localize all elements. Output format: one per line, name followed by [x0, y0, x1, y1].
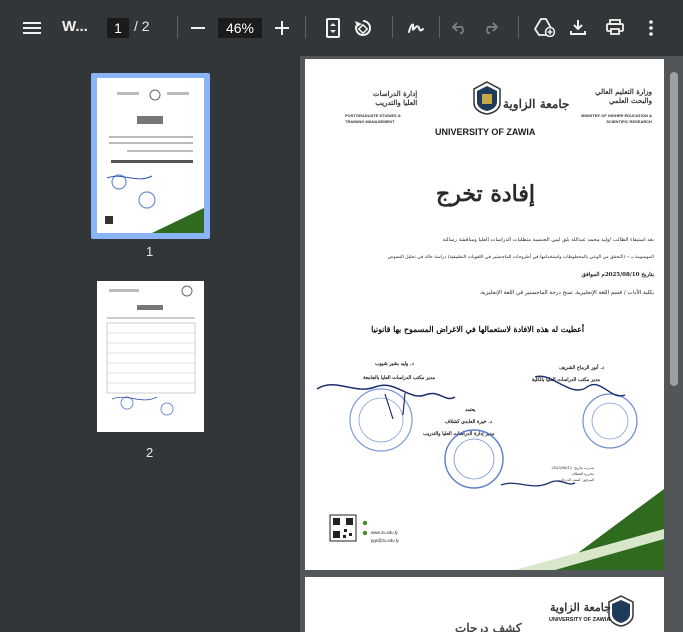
zoom-level-input[interactable]: 46%: [218, 18, 262, 38]
watermark-brand-en: mostaql.com: [308, 605, 395, 619]
contact-email: pgs@zu.edu.ly: [371, 538, 399, 543]
undo-icon[interactable]: [450, 18, 470, 38]
web-icon: [362, 520, 368, 526]
download-icon[interactable]: [568, 17, 588, 37]
viewer-scrollbar[interactable]: [668, 60, 680, 632]
document-page-1: وزارة التعليم العالي والبحث العلمي MINIS…: [305, 59, 664, 570]
university-logo-icon: [608, 595, 634, 627]
page-total: / 2: [134, 18, 150, 34]
page-thumbnail-2-preview: [106, 285, 196, 416]
page2-title: كشف درجات: [455, 621, 522, 632]
stamp-right-icon: [582, 393, 638, 449]
contact-website: www.zu.edu.ly: [371, 530, 398, 535]
zoom-out-icon[interactable]: [188, 18, 208, 38]
menu-icon[interactable]: [22, 18, 42, 38]
zoom-in-icon[interactable]: [272, 18, 292, 38]
scrollbar-thumb[interactable]: [670, 72, 678, 386]
toolbar-divider: [305, 16, 306, 38]
draw-icon[interactable]: [405, 18, 427, 38]
toolbar-divider: [518, 16, 519, 38]
fit-page-icon[interactable]: [323, 17, 343, 39]
toolbar-divider: [177, 16, 178, 38]
print-icon[interactable]: [604, 17, 626, 37]
redo-icon[interactable]: [480, 18, 500, 38]
document-title: W...: [62, 18, 88, 35]
email-icon: [362, 530, 368, 536]
pdf-toolbar: W... 1 / 2 46%: [0, 0, 683, 56]
stamps-and-signatures: [316, 375, 664, 570]
page-number-input[interactable]: 1: [107, 18, 129, 38]
page-thumbnail-1-preview: [105, 89, 204, 233]
issue-note: صدرت بتاريخ: 2025/08/12 محررة العطاف الم…: [551, 466, 594, 482]
more-icon[interactable]: [642, 18, 660, 38]
watermark-brand-ar: مستقل: [320, 578, 401, 603]
page-thumbnail-2[interactable]: [97, 281, 204, 432]
toolbar-divider: [439, 16, 440, 38]
rotate-icon[interactable]: [352, 17, 374, 39]
page2-university-name-en: UNIVERSITY OF ZAWIA: [549, 617, 611, 623]
toolbar-divider: [392, 16, 393, 38]
page2-university-name-ar: جامعة الزاوية: [550, 601, 611, 614]
thumbnail-label-2: 2: [146, 445, 154, 460]
page-thumbnail-1[interactable]: [97, 78, 204, 233]
thumbnail-label-1: 1: [146, 244, 154, 259]
add-to-drive-icon[interactable]: [532, 16, 556, 38]
